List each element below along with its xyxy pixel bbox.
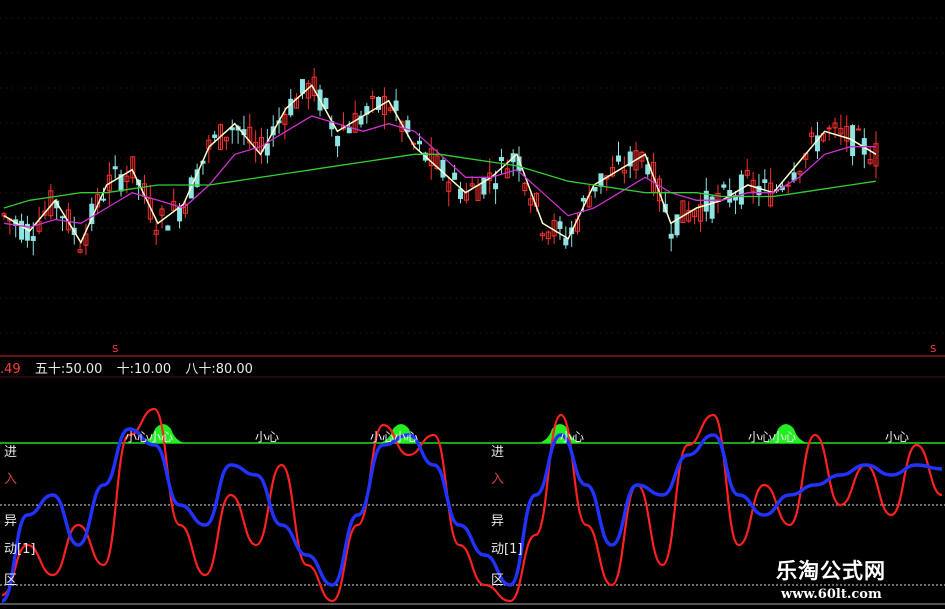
side-label-dong-2: 动[1]: [491, 542, 523, 557]
s-marker-left: S: [112, 344, 119, 355]
indicator-legend: .49 五十:50.00 十:10.00 八十:80.00: [0, 358, 253, 377]
candle-body: [452, 172, 458, 180]
candle-body: [417, 140, 423, 145]
candle-body: [721, 184, 727, 188]
s-marker-right: S: [930, 344, 937, 355]
candle-body: [165, 225, 171, 231]
candle-body: [393, 100, 399, 111]
warning-text-6: 小心: [885, 430, 910, 444]
candle-body: [580, 197, 586, 202]
warning-text-4: 小心: [560, 430, 585, 444]
candle-body: [493, 183, 499, 190]
candle-body: [668, 233, 674, 239]
warning-text-5: 小心小心: [748, 430, 797, 444]
candle-body: [60, 216, 66, 219]
candle-body: [335, 135, 341, 147]
candle-body: [498, 157, 504, 162]
side-label-jin-2: 进: [491, 445, 505, 460]
candle-body: [762, 179, 768, 184]
side-label-jin: 进: [4, 445, 18, 460]
warning-text-1: 小心小心: [125, 430, 174, 444]
candle-body: [299, 79, 305, 94]
legend-value-80: 80.00: [215, 362, 253, 377]
candle-body: [112, 166, 118, 170]
candle-body: [19, 220, 25, 240]
candle-body: [177, 206, 183, 222]
legend-first-value: .49: [0, 362, 21, 377]
legend-value-50: 50.00: [65, 362, 103, 377]
side-label-ru-2: 入: [491, 472, 505, 487]
candle-body: [674, 214, 680, 236]
candle-body: [557, 221, 563, 229]
side-label-qu: 区: [4, 573, 18, 588]
candle-body: [826, 127, 832, 130]
legend-label-80: 八十:: [185, 362, 216, 377]
candle-body: [457, 188, 463, 200]
candle-body: [592, 186, 598, 192]
legend-value-10: 10.00: [133, 362, 172, 377]
side-label-ru: 入: [4, 472, 18, 487]
legend-label-10: 十:: [116, 362, 134, 377]
stock-chart: [0, 0, 945, 609]
side-label-yi-2: 异: [491, 514, 505, 529]
candle-body: [288, 98, 294, 116]
warning-text-2: 小心: [255, 430, 280, 444]
candle-body: [855, 128, 861, 131]
candle-body: [212, 134, 218, 138]
watermark-url: www.60lt.com: [781, 587, 882, 602]
candle-body: [100, 198, 106, 201]
candle-body: [563, 237, 569, 246]
side-label-yi: 异: [4, 514, 18, 529]
candle-body: [615, 155, 621, 162]
watermark-name: 乐淘公式网: [776, 559, 886, 583]
side-label-dong: 动[1]: [4, 542, 36, 557]
legend-label-50: 五十:: [34, 362, 66, 377]
candle-body: [30, 236, 36, 241]
warning-text-3: 小心小心: [370, 430, 419, 444]
side-label-qu-2: 区: [491, 573, 505, 588]
